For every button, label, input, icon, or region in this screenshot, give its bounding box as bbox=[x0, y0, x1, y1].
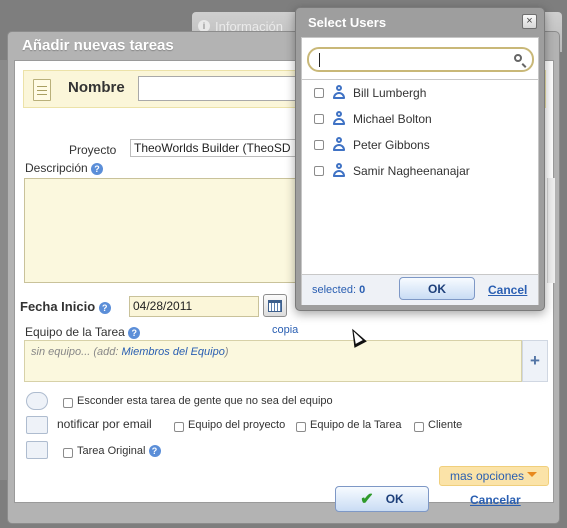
user-row[interactable]: Michael Bolton bbox=[302, 106, 538, 132]
original-task-help-icon[interactable]: ? bbox=[148, 445, 161, 458]
team-empty-text-end: ) bbox=[224, 346, 229, 358]
person-icon bbox=[333, 137, 345, 151]
close-icon[interactable]: × bbox=[522, 14, 537, 29]
add-team-member-button[interactable]: + bbox=[522, 340, 548, 382]
user-checkbox[interactable] bbox=[314, 114, 324, 124]
user-row[interactable]: Samir Nagheenanajar bbox=[302, 158, 538, 184]
ok-button-label: OK bbox=[385, 492, 404, 506]
user-search-input[interactable] bbox=[307, 47, 534, 72]
notify-project-team-checkbox[interactable] bbox=[174, 422, 184, 432]
project-select[interactable]: TheoWorlds Builder (TheoSD bbox=[130, 139, 310, 157]
description-textarea[interactable] bbox=[24, 178, 312, 283]
eye-icon bbox=[26, 392, 48, 410]
person-icon bbox=[333, 111, 345, 125]
cancel-link[interactable]: Cancelar bbox=[470, 493, 521, 507]
popup-body: Bill Lumbergh Michael Bolton Peter Gibbo… bbox=[301, 37, 539, 305]
team-members-link[interactable]: Miembros del Equipo bbox=[122, 346, 225, 358]
selected-number: 0 bbox=[359, 284, 366, 296]
original-task-icon bbox=[26, 441, 48, 459]
popup-cancel-link[interactable]: Cancel bbox=[488, 283, 527, 297]
ok-button[interactable]: ✔ OK bbox=[335, 486, 429, 512]
hide-task-checkbox[interactable] bbox=[63, 398, 73, 408]
user-name: Michael Bolton bbox=[353, 112, 432, 126]
name-input[interactable] bbox=[138, 76, 318, 101]
user-list: Bill Lumbergh Michael Bolton Peter Gibbo… bbox=[302, 79, 538, 275]
checkmark-icon: ✔ bbox=[360, 491, 374, 508]
notify-project-team-label: Equipo del proyecto bbox=[188, 419, 286, 431]
selected-count: selected: 0 bbox=[312, 284, 365, 296]
search-icon[interactable] bbox=[514, 54, 522, 62]
original-task-label-text: Tarea Original bbox=[77, 445, 146, 457]
team-label-text: Equipo de la Tarea bbox=[25, 325, 125, 339]
popup-title: Select Users bbox=[308, 15, 387, 30]
user-checkbox[interactable] bbox=[314, 88, 324, 98]
original-task-label: Tarea Original ? bbox=[77, 445, 161, 458]
start-date-input[interactable]: 04/28/2011 bbox=[129, 296, 259, 317]
person-icon bbox=[333, 163, 345, 177]
email-icon bbox=[26, 416, 48, 434]
notify-label: notificar por email bbox=[57, 417, 152, 431]
popup-ok-button[interactable]: OK bbox=[399, 277, 475, 300]
text-cursor bbox=[319, 53, 320, 67]
hide-task-label: Esconder esta tarea de gente que no sea … bbox=[77, 395, 333, 407]
popup-footer: selected: 0 OK Cancel bbox=[302, 275, 538, 305]
start-date-help-icon[interactable]: ? bbox=[98, 301, 111, 314]
description-scrollbar[interactable] bbox=[547, 178, 555, 283]
start-date-label: Fecha Inicio ? bbox=[20, 299, 111, 314]
calendar-icon bbox=[268, 299, 282, 312]
user-row[interactable]: Peter Gibbons bbox=[302, 132, 538, 158]
user-name: Samir Nagheenanajar bbox=[353, 164, 470, 178]
description-help-icon[interactable]: ? bbox=[91, 162, 104, 175]
user-row[interactable]: Bill Lumbergh bbox=[302, 80, 538, 106]
notify-task-team-checkbox[interactable] bbox=[296, 422, 306, 432]
calendar-button[interactable] bbox=[263, 294, 287, 317]
team-label: Equipo de la Tarea ? bbox=[25, 325, 141, 339]
original-task-checkbox[interactable] bbox=[63, 448, 73, 458]
description-label: Descripción ? bbox=[25, 161, 104, 175]
person-icon bbox=[333, 85, 345, 99]
user-name: Bill Lumbergh bbox=[353, 86, 427, 100]
dialog-title: Añadir nuevas tareas bbox=[22, 37, 174, 54]
select-users-popup: Select Users × Bill Lumbergh Michael Bol… bbox=[295, 7, 545, 311]
project-label: Proyecto bbox=[69, 143, 117, 157]
user-name: Peter Gibbons bbox=[353, 138, 430, 152]
team-help-icon[interactable]: ? bbox=[128, 326, 141, 339]
notify-client-label: Cliente bbox=[428, 419, 463, 431]
start-date-label-text: Fecha Inicio bbox=[20, 299, 96, 314]
notify-task-team-label: Equipo de la Tarea bbox=[310, 419, 402, 431]
user-checkbox[interactable] bbox=[314, 140, 324, 150]
description-label-text: Descripción bbox=[25, 161, 88, 175]
selected-label: selected: bbox=[312, 284, 357, 296]
dialog-footer: ✔ OK Cancelar bbox=[8, 476, 559, 523]
copy-team-link[interactable]: copia bbox=[272, 324, 298, 336]
user-checkbox[interactable] bbox=[314, 166, 324, 176]
name-label: Nombre bbox=[68, 79, 125, 96]
notify-client-checkbox[interactable] bbox=[414, 422, 424, 432]
team-empty-text: sin equipo... (add: bbox=[31, 346, 122, 358]
team-box: sin equipo... (add: Miembros del Equipo) bbox=[24, 340, 522, 382]
document-icon bbox=[33, 79, 51, 101]
